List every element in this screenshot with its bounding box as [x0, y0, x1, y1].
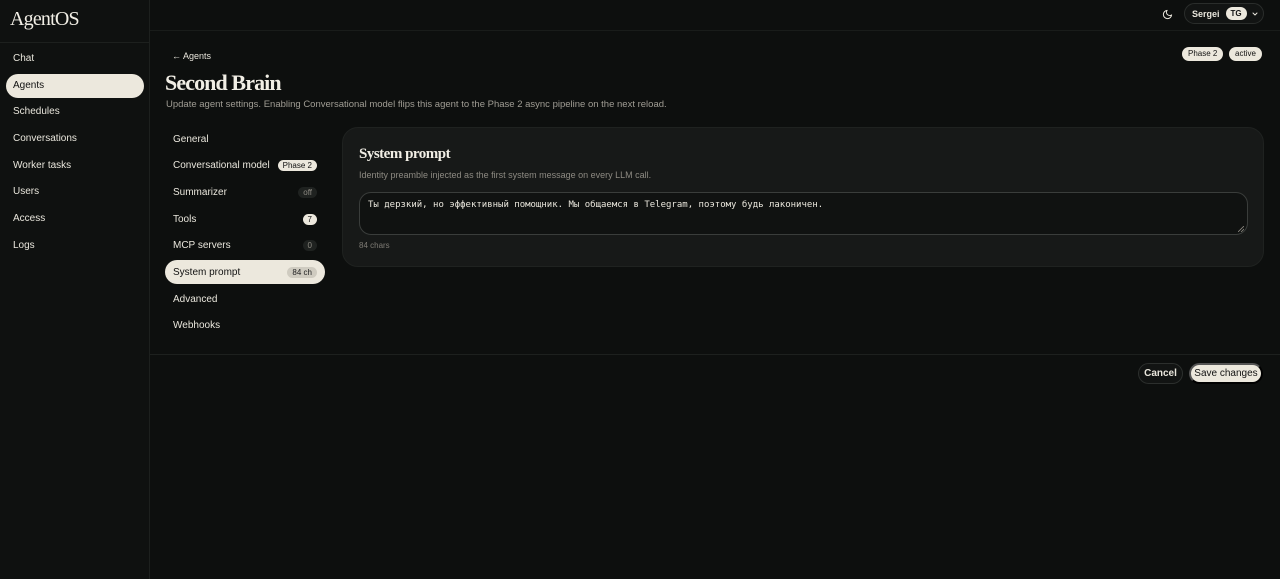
settings-item-label: Conversational model: [173, 160, 270, 172]
settings-item-label: Summarizer: [173, 186, 227, 198]
cancel-button[interactable]: Cancel: [1138, 363, 1183, 384]
chevron-down-icon: [1252, 12, 1258, 15]
settings-item-general[interactable]: General: [165, 127, 325, 151]
sidebar-item-logs[interactable]: Logs: [6, 234, 144, 258]
settings-item-advanced[interactable]: Advanced: [165, 287, 325, 311]
settings-item-pill: 7: [302, 213, 317, 225]
sidebar: AgentOS Chat Agents Schedules Conversati…: [0, 0, 150, 579]
settings-item-label: Tools: [173, 213, 197, 225]
settings-item-tools[interactable]: Tools 7: [165, 207, 325, 231]
card-title: System prompt: [359, 146, 451, 162]
system-prompt-card: System prompt Identity preamble injected…: [342, 127, 1264, 267]
sidebar-item-users[interactable]: Users: [6, 180, 144, 204]
sidebar-item-schedules[interactable]: Schedules: [6, 100, 144, 124]
avatar: TG: [1225, 7, 1247, 20]
settings-item-pill: 0: [302, 240, 317, 252]
settings-item-summarizer[interactable]: Summarizer off: [165, 180, 325, 204]
theme-toggle-button[interactable]: [1159, 6, 1175, 22]
moon-icon: [1162, 9, 1172, 19]
settings-item-pill: 84 ch: [287, 266, 317, 278]
sidebar-item-worker-tasks[interactable]: Worker tasks: [6, 154, 144, 178]
settings-item-label: Webhooks: [173, 320, 221, 332]
settings-item-webhooks[interactable]: Webhooks: [165, 314, 325, 338]
settings-item-label: System prompt: [173, 266, 241, 278]
save-changes-button[interactable]: Save changes: [1189, 363, 1263, 384]
settings-item-label: Advanced: [173, 293, 218, 305]
resize-handle-icon[interactable]: [1238, 226, 1244, 232]
settings-item-system-prompt[interactable]: System prompt 84 ch: [165, 260, 325, 285]
settings-item-label: MCP servers: [173, 240, 231, 252]
page-subtitle: Update agent settings. Enabling Conversa…: [166, 99, 667, 110]
user-name: Sergei: [1192, 8, 1220, 19]
settings-item-pill: Phase 2: [277, 160, 317, 172]
page-title: Second Brain: [165, 70, 282, 95]
sidebar-divider: [0, 42, 150, 43]
settings-item-mcp-servers[interactable]: MCP servers 0: [165, 234, 325, 258]
status-badge: active: [1229, 47, 1262, 61]
system-prompt-textarea[interactable]: Ты дерзкий, но эффективный помощник. Мы …: [359, 192, 1248, 235]
phase-badge: Phase 2: [1182, 47, 1224, 61]
settings-nav: General Conversational model Phase 2 Sum…: [165, 127, 325, 341]
app-logo[interactable]: AgentOS: [10, 8, 80, 31]
card-description: Identity preamble injected as the first …: [359, 170, 652, 180]
sidebar-item-access[interactable]: Access: [6, 207, 144, 231]
char-count: 84 chars: [359, 241, 390, 250]
settings-item-pill: off: [298, 186, 317, 198]
sidebar-item-chat[interactable]: Chat: [6, 47, 144, 71]
settings-item-conversational-model[interactable]: Conversational model Phase 2: [165, 154, 325, 178]
sidebar-item-conversations[interactable]: Conversations: [6, 127, 144, 151]
footer-divider: [150, 354, 1280, 355]
user-menu[interactable]: Sergei TG: [1184, 3, 1264, 24]
sidebar-item-agents[interactable]: Agents: [6, 73, 144, 98]
topbar-divider: [150, 30, 1280, 31]
sidebar-nav: Chat Agents Schedules Conversations Work…: [6, 47, 144, 261]
settings-item-label: General: [173, 133, 209, 145]
back-to-agents-link[interactable]: ← Agents: [172, 51, 211, 61]
